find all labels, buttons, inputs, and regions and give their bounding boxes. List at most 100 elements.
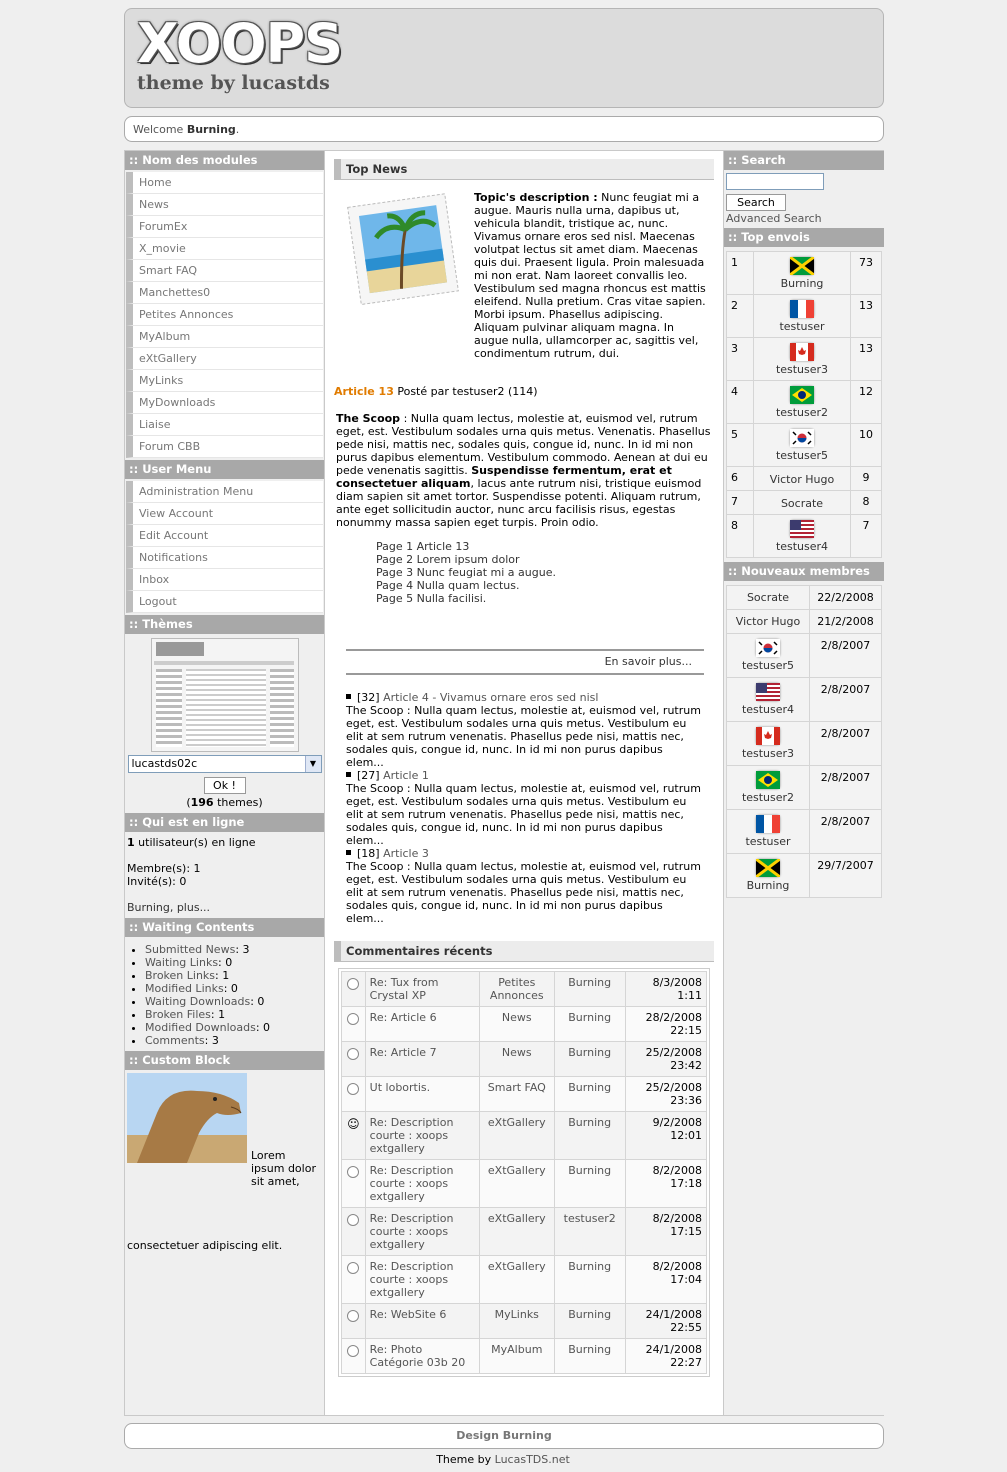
waiting-link[interactable]: Waiting Links — [145, 956, 218, 969]
left-column: :: Nom des modules Home News ForumEx X_movi… — [125, 151, 325, 1415]
chevron-down-icon[interactable]: ▼ — [304, 756, 321, 772]
comment-module[interactable]: eXtGallery — [478, 1255, 555, 1304]
new-member-name[interactable]: testuser5 — [729, 659, 807, 672]
online-more-link[interactable]: Burning, plus... — [127, 901, 322, 914]
advanced-search-link[interactable]: Advanced Search — [726, 212, 882, 225]
module-link[interactable]: Petites Annonces — [126, 304, 323, 326]
top-poster-name[interactable]: Socrate — [756, 497, 848, 510]
page-link[interactable]: Page 4 Nulla quam lectus. — [376, 579, 714, 592]
user-menu-link[interactable]: View Account — [126, 503, 323, 525]
top-poster-name[interactable]: testuser5 — [756, 449, 848, 462]
page-link[interactable]: Page 1 Article 13 — [376, 540, 714, 553]
comment-title-link[interactable]: Re: Tux from Crystal XP — [364, 971, 480, 1007]
top-poster-name[interactable]: testuser3 — [756, 363, 848, 376]
bullet-icon — [346, 694, 351, 699]
module-link[interactable]: X_movie — [126, 238, 323, 260]
comment-title-link[interactable]: Re: Description courte : xoops extgaller… — [364, 1111, 480, 1160]
theme-ok-button[interactable]: Ok ! — [203, 777, 246, 794]
comment-user[interactable]: Burning — [553, 1255, 626, 1304]
module-link[interactable]: News — [126, 194, 323, 216]
comment-module[interactable]: News — [478, 1041, 555, 1077]
comment-user[interactable]: Burning — [553, 1006, 626, 1042]
user-menu-link[interactable]: Inbox — [126, 569, 323, 591]
user-menu-link[interactable]: Notifications — [126, 547, 323, 569]
page-list: Page 1 Article 13 Page 2 Lorem ipsum dolo… — [376, 540, 714, 605]
module-link[interactable]: Liaise — [126, 414, 323, 436]
module-link[interactable]: Home — [126, 172, 323, 194]
page-link[interactable]: Page 2 Lorem ipsum dolor — [376, 553, 714, 566]
comment-title-link[interactable]: Re: Description courte : xoops extgaller… — [364, 1207, 480, 1256]
news-title-link[interactable]: Article 3 — [383, 847, 429, 860]
comment-user[interactable]: Burning — [553, 1076, 626, 1112]
user-menu-link[interactable]: Edit Account — [126, 525, 323, 547]
more-link[interactable]: En savoir plus... — [605, 655, 692, 668]
new-member-name[interactable]: Burning — [729, 879, 807, 892]
comment-user[interactable]: Burning — [553, 1303, 626, 1339]
new-member-name[interactable]: testuser2 — [729, 791, 807, 804]
search-button[interactable]: Search — [726, 194, 786, 211]
waiting-link[interactable]: Waiting Downloads — [145, 995, 250, 1008]
new-member-name[interactable]: testuser — [729, 835, 807, 848]
xoops-logo[interactable]: XOOPS theme by lucastds — [137, 15, 387, 103]
new-member-name[interactable]: testuser4 — [729, 703, 807, 716]
waiting-link[interactable]: Modified Downloads — [145, 1021, 256, 1034]
topic-description: Topic's description : Nunc feugiat mi a … — [474, 191, 706, 360]
comment-row: Re: Article 6 News Burning 28/2/2008 22:15 — [341, 1006, 708, 1042]
top-poster-name[interactable]: Victor Hugo — [756, 473, 848, 486]
footer-link[interactable]: LucasTDS.net — [495, 1453, 570, 1466]
comment-module[interactable]: Smart FAQ — [478, 1076, 555, 1112]
comment-module[interactable]: MyLinks — [478, 1303, 555, 1339]
news-title-link[interactable]: Article 1 — [383, 769, 429, 782]
comment-title-link[interactable]: Ut lobortis. — [364, 1076, 480, 1112]
page-link[interactable]: Page 5 Nulla facilisi. — [376, 592, 714, 605]
comment-user[interactable]: Burning — [553, 1159, 626, 1208]
new-member-name[interactable]: testuser3 — [729, 747, 807, 760]
comment-title-link[interactable]: Re: Article 6 — [364, 1006, 480, 1042]
top-poster-row: 1 Burning 73 — [726, 251, 882, 295]
new-member-name[interactable]: Socrate — [729, 591, 807, 604]
page-link[interactable]: Page 3 Nunc feugiat mi a augue. — [376, 566, 714, 579]
top-poster-name[interactable]: testuser4 — [756, 540, 848, 553]
waiting-link[interactable]: Submitted News — [145, 943, 235, 956]
module-link[interactable]: Smart FAQ — [126, 260, 323, 282]
usa-flag-icon — [790, 520, 814, 538]
waiting-link[interactable]: Broken Files — [145, 1008, 211, 1021]
comment-module[interactable]: eXtGallery — [478, 1111, 555, 1160]
comment-user[interactable]: Burning — [553, 1111, 626, 1160]
comment-module[interactable]: News — [478, 1006, 555, 1042]
module-link[interactable]: Forum CBB — [126, 436, 323, 458]
comment-title-link[interactable]: Re: Description courte : xoops extgaller… — [364, 1159, 480, 1208]
top-poster-name[interactable]: Burning — [756, 277, 848, 290]
module-link[interactable]: ForumEx — [126, 216, 323, 238]
comment-title-link[interactable]: Re: WebSite 6 — [364, 1303, 480, 1339]
news-title-link[interactable]: Article 4 - Vivamus ornare eros sed nisl — [383, 691, 598, 704]
module-link[interactable]: MyAlbum — [126, 326, 323, 348]
module-link[interactable]: MyLinks — [126, 370, 323, 392]
comment-user[interactable]: Burning — [553, 971, 626, 1007]
waiting-link[interactable]: Modified Links — [145, 982, 224, 995]
module-link[interactable]: MyDownloads — [126, 392, 323, 414]
comment-module[interactable]: Petites Annonces — [478, 971, 555, 1007]
module-link[interactable]: Manchettes0 — [126, 282, 323, 304]
module-link[interactable]: eXtGallery — [126, 348, 323, 370]
waiting-link[interactable]: Comments — [145, 1034, 205, 1047]
comment-user[interactable]: Burning — [553, 1338, 626, 1374]
top-poster-name[interactable]: testuser2 — [756, 406, 848, 419]
comment-title-link[interactable]: Re: Description courte : xoops extgaller… — [364, 1255, 480, 1304]
top-poster-name[interactable]: testuser — [756, 320, 848, 333]
user-menu-link[interactable]: Logout — [126, 591, 323, 613]
new-member-name[interactable]: Victor Hugo — [729, 615, 807, 628]
theme-select[interactable]: lucastds02c ▼ — [127, 755, 322, 773]
comment-module[interactable]: eXtGallery — [478, 1159, 555, 1208]
user-menu-link[interactable]: Administration Menu — [126, 481, 323, 503]
article-title-link[interactable]: Article 13 — [334, 385, 394, 398]
comment-user[interactable]: testuser2 — [553, 1207, 626, 1256]
search-input[interactable] — [726, 173, 824, 190]
comment-title-link[interactable]: Re: Photo Catégorie 03b 20 — [364, 1338, 480, 1374]
new-member-row: testuser3 2/8/2007 — [726, 721, 882, 766]
comment-module[interactable]: eXtGallery — [478, 1207, 555, 1256]
comment-module[interactable]: MyAlbum — [478, 1338, 555, 1374]
comment-user[interactable]: Burning — [553, 1041, 626, 1077]
comment-title-link[interactable]: Re: Article 7 — [364, 1041, 480, 1077]
waiting-link[interactable]: Broken Links — [145, 969, 215, 982]
